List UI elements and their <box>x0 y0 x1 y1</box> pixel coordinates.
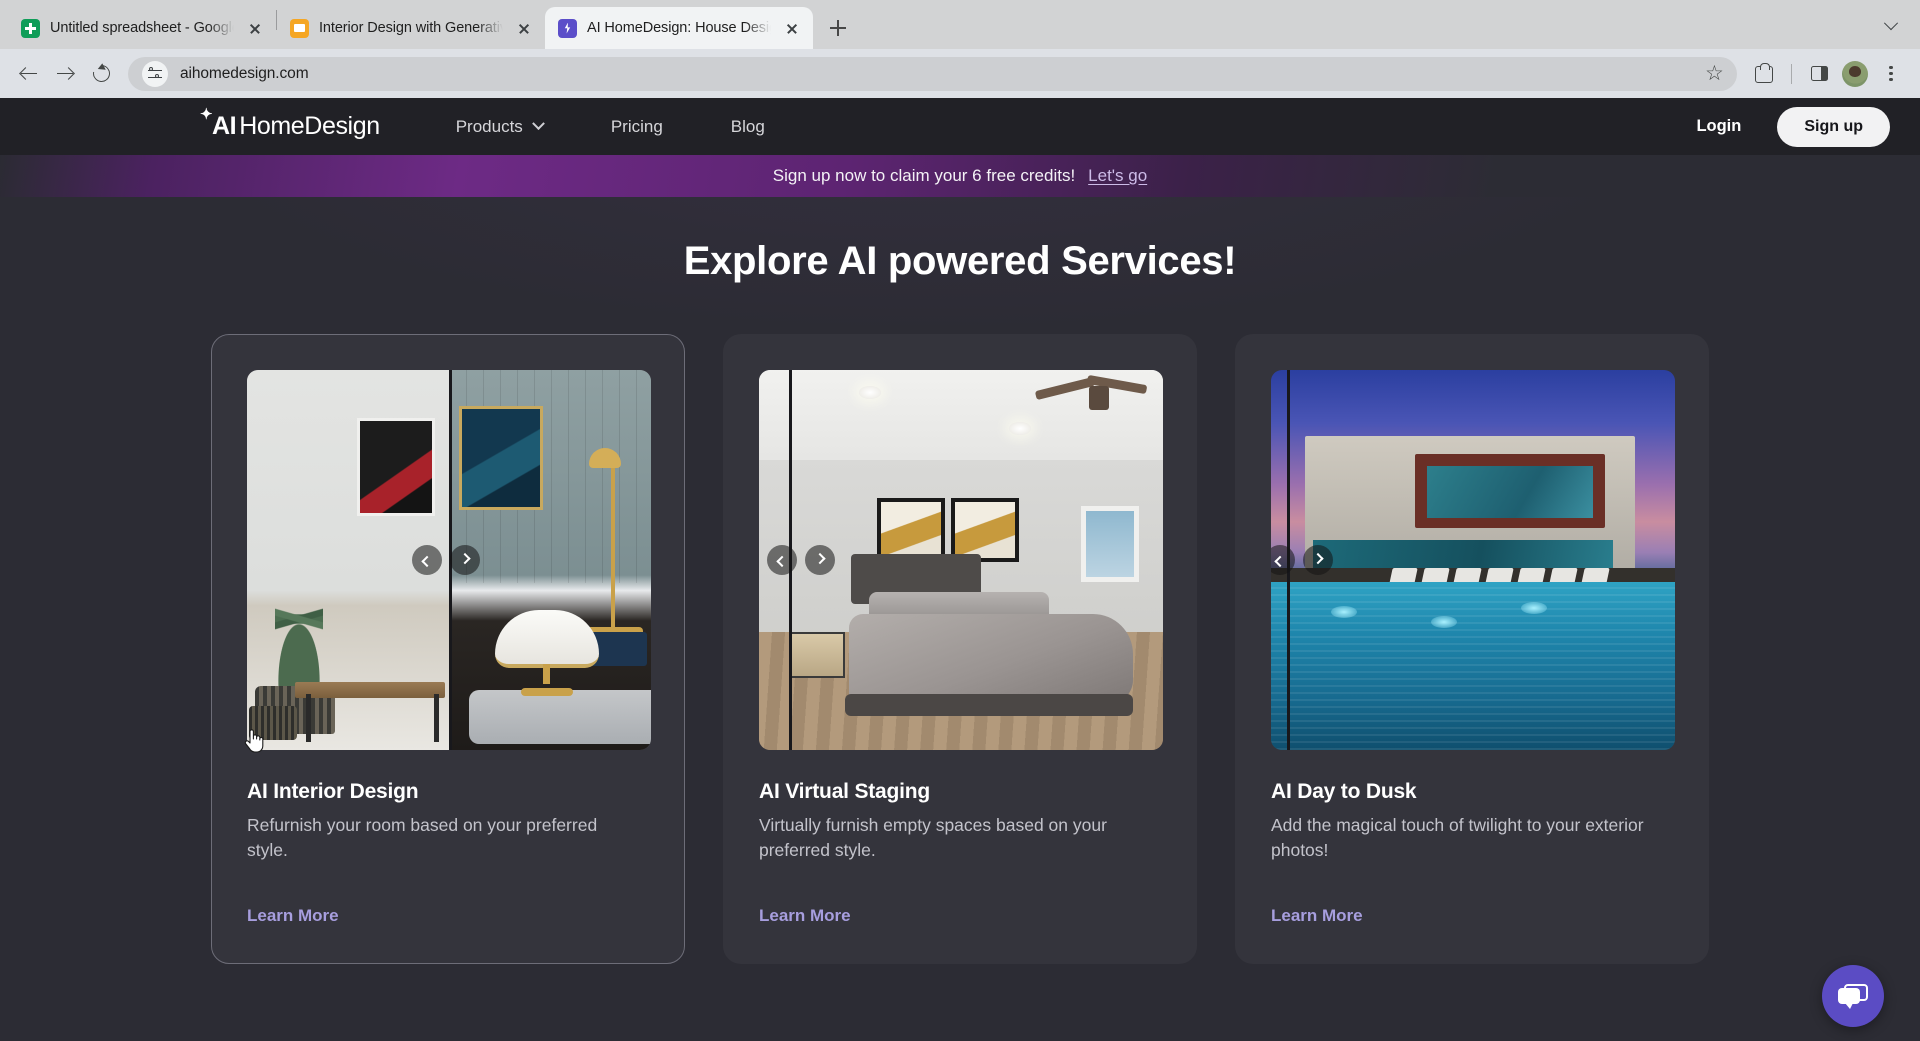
forward-arrow-icon <box>57 66 73 82</box>
side-panel-icon <box>1811 66 1828 81</box>
nav-label: Products <box>456 117 523 137</box>
learn-more-link[interactable]: Learn More <box>1271 906 1363 926</box>
carousel-prev-button[interactable] <box>767 545 797 575</box>
service-card-interior-design[interactable]: AI Interior Design Refurnish your room b… <box>211 334 685 964</box>
service-card-day-to-dusk[interactable]: AI Day to Dusk Add the magical touch of … <box>1235 334 1709 964</box>
carousel-prev-button[interactable] <box>412 545 442 575</box>
back-button[interactable] <box>12 57 46 91</box>
chevron-right-icon <box>814 553 825 564</box>
profile-button[interactable] <box>1838 57 1872 91</box>
page-viewport: ✦ AI HomeDesign Products Pricing Blog Lo… <box>0 98 1920 1041</box>
star-icon[interactable] <box>1705 65 1723 83</box>
card-description: Add the magical touch of twilight to you… <box>1271 813 1656 863</box>
card-description: Virtually furnish empty spaces based on … <box>759 813 1144 863</box>
reload-button[interactable] <box>84 57 118 91</box>
learn-more-link[interactable]: Learn More <box>247 906 339 926</box>
card-title: AI Virtual Staging <box>759 780 1161 804</box>
chevron-left-icon <box>421 556 432 567</box>
close-icon[interactable] <box>781 17 803 39</box>
service-cards: AI Interior Design Refurnish your room b… <box>0 334 1920 964</box>
kebab-menu-icon <box>1889 65 1893 83</box>
side-panel-button[interactable] <box>1802 57 1836 91</box>
tab-title: Untitled spreadsheet - Google <box>50 20 234 36</box>
carousel-prev-button[interactable] <box>1271 545 1295 575</box>
carousel-next-button[interactable] <box>1303 545 1333 575</box>
chevron-right-icon <box>1312 553 1323 564</box>
browser-menu-button[interactable] <box>1874 57 1908 91</box>
browser-tab-active[interactable]: AI HomeDesign: House Desig <box>545 7 813 49</box>
close-icon[interactable] <box>513 17 535 39</box>
chevron-right-icon <box>459 553 470 564</box>
url-text: aihomedesign.com <box>180 65 1693 83</box>
chat-bubble-icon <box>1838 984 1868 1008</box>
document-icon <box>290 19 309 38</box>
forward-button[interactable] <box>48 57 82 91</box>
reload-icon <box>89 62 113 86</box>
promo-banner: Sign up now to claim your 6 free credits… <box>0 155 1920 197</box>
card-title: AI Day to Dusk <box>1271 780 1673 804</box>
close-icon[interactable] <box>244 17 266 39</box>
promo-cta-link[interactable]: Let's go <box>1088 166 1147 186</box>
toolbar-divider <box>1791 64 1792 84</box>
page-title: Explore AI powered Services! <box>0 239 1920 284</box>
nav-item-pricing[interactable]: Pricing <box>601 111 673 143</box>
learn-more-link[interactable]: Learn More <box>759 906 851 926</box>
chevron-down-icon <box>1884 16 1898 30</box>
page-body: Explore AI powered Services! <box>0 197 1920 1041</box>
chevron-left-icon <box>776 556 787 567</box>
browser-toolbar: aihomedesign.com <box>0 49 1920 98</box>
carousel-next-button[interactable] <box>450 545 480 575</box>
tab-title: AI HomeDesign: House Desig <box>587 20 771 36</box>
carousel-next-button[interactable] <box>805 545 835 575</box>
site-logo[interactable]: ✦ AI HomeDesign <box>212 112 380 141</box>
window-controls-button[interactable] <box>1876 11 1906 41</box>
card-image-interior-design[interactable] <box>247 370 651 750</box>
avatar-icon <box>1842 61 1868 87</box>
ai-homedesign-icon <box>558 19 577 38</box>
browser-tab[interactable]: Untitled spreadsheet - Google <box>8 7 276 49</box>
address-bar[interactable]: aihomedesign.com <box>128 57 1737 91</box>
site-header: ✦ AI HomeDesign Products Pricing Blog Lo… <box>0 98 1920 155</box>
chevron-left-icon <box>1274 556 1285 567</box>
nav-label: Pricing <box>611 117 663 137</box>
card-image-virtual-staging[interactable] <box>759 370 1163 750</box>
new-tab-button[interactable] <box>821 11 855 45</box>
header-actions: Login Sign up <box>1688 107 1890 147</box>
sparkle-icon: ✦ <box>200 107 216 123</box>
site-settings-icon[interactable] <box>142 61 168 87</box>
nav-item-blog[interactable]: Blog <box>721 111 775 143</box>
logo-homedesign: HomeDesign <box>239 112 380 141</box>
puzzle-icon <box>1755 65 1773 83</box>
signup-button[interactable]: Sign up <box>1777 107 1890 147</box>
card-image-day-to-dusk[interactable] <box>1271 370 1675 750</box>
card-title: AI Interior Design <box>247 780 649 804</box>
chat-widget-button[interactable] <box>1822 965 1884 1027</box>
browser-tab[interactable]: Interior Design with Generativ <box>277 7 545 49</box>
chevron-down-icon <box>532 117 545 130</box>
tab-strip: Untitled spreadsheet - Google Interior D… <box>0 0 1920 49</box>
login-link[interactable]: Login <box>1688 111 1749 142</box>
nav-item-products[interactable]: Products <box>446 111 553 143</box>
extensions-button[interactable] <box>1747 57 1781 91</box>
tab-title: Interior Design with Generativ <box>319 20 503 36</box>
promo-text: Sign up now to claim your 6 free credits… <box>773 166 1075 186</box>
card-description: Refurnish your room based on your prefer… <box>247 813 632 863</box>
service-card-virtual-staging[interactable]: AI Virtual Staging Virtually furnish emp… <box>723 334 1197 964</box>
browser-window: Untitled spreadsheet - Google Interior D… <box>0 0 1920 1041</box>
back-arrow-icon <box>21 66 37 82</box>
google-sheets-icon <box>21 19 40 38</box>
nav-label: Blog <box>731 117 765 137</box>
main-navigation: Products Pricing Blog <box>446 111 775 143</box>
